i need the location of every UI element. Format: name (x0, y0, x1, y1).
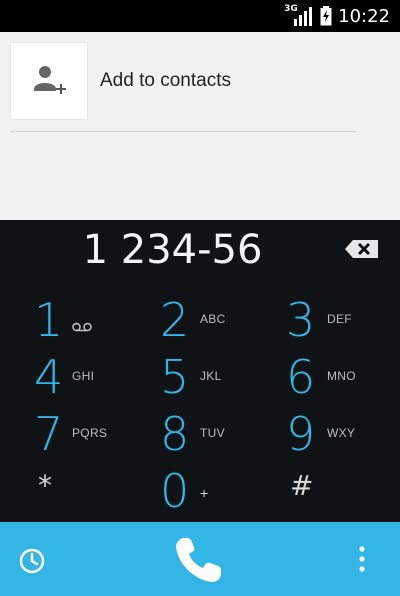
key-digit: 1 (34, 293, 64, 347)
status-clock: 10:22 (338, 5, 390, 27)
key-letters: PQRS (72, 426, 108, 440)
history-icon[interactable] (16, 545, 48, 577)
key-letters: DEF (327, 312, 352, 326)
dialed-number[interactable]: 1 234-56 (0, 225, 345, 275)
bottom-action-bar (0, 522, 400, 596)
network-type-label: 3G (284, 4, 298, 14)
key-letters: WXY (327, 426, 356, 440)
key-digit: # (290, 469, 314, 502)
key-digit: 3 (286, 293, 316, 347)
status-bar: 3G 10:22 (0, 0, 400, 32)
dialpad-key-8[interactable]: 8 TUV (160, 406, 278, 462)
key-digit: 9 (286, 407, 316, 461)
dialpad-key-4[interactable]: 4 GHI (34, 349, 152, 405)
status-icons: 3G 10:22 (284, 4, 390, 28)
key-digit: 4 (34, 350, 64, 404)
key-digit: 0 (160, 464, 190, 518)
key-letters: TUV (200, 426, 225, 440)
dialpad-key-0[interactable]: 0 + (160, 463, 278, 519)
dialpad-key-6[interactable]: 6 MNO (286, 349, 400, 405)
suggestion-area: Add to contacts (0, 32, 400, 220)
voicemail-icon (72, 319, 92, 337)
add-contact-icon (10, 42, 88, 120)
overflow-menu-icon[interactable] (354, 544, 370, 574)
dialpad-key-5[interactable]: 5 JKL (160, 349, 278, 405)
add-to-contacts-row[interactable]: Add to contacts (10, 42, 360, 120)
dialpad: 1 234-56 1 2 ABC 3 DEF 4 GHI 5 JKL 6 MNO… (0, 220, 400, 522)
dialpad-key-2[interactable]: 2 ABC (160, 292, 278, 348)
key-digit: * (38, 469, 52, 502)
key-letters: JKL (200, 369, 222, 383)
key-letters: ABC (200, 312, 226, 326)
dialpad-key-pound[interactable]: # (286, 458, 400, 514)
backspace-icon[interactable] (343, 238, 381, 260)
dialpad-key-star[interactable]: * (34, 458, 152, 514)
dialpad-key-7[interactable]: 7 PQRS (34, 406, 152, 462)
key-digit: 8 (160, 407, 190, 461)
digits-row: 1 234-56 (0, 220, 400, 280)
signal-icon: 3G (284, 4, 314, 27)
add-to-contacts-label: Add to contacts (100, 70, 231, 91)
key-letters: + (200, 485, 209, 501)
key-letters: GHI (72, 369, 95, 383)
phone-call-icon[interactable] (170, 534, 228, 588)
dialpad-key-1[interactable]: 1 (34, 292, 152, 348)
divider (10, 131, 356, 132)
key-digit: 2 (160, 293, 190, 347)
dialpad-key-9[interactable]: 9 WXY (286, 406, 400, 462)
battery-icon (320, 6, 332, 26)
key-digit: 7 (34, 407, 64, 461)
key-digit: 6 (286, 350, 316, 404)
key-digit: 5 (160, 350, 190, 404)
key-letters: MNO (327, 369, 356, 383)
dialpad-key-3[interactable]: 3 DEF (286, 292, 400, 348)
